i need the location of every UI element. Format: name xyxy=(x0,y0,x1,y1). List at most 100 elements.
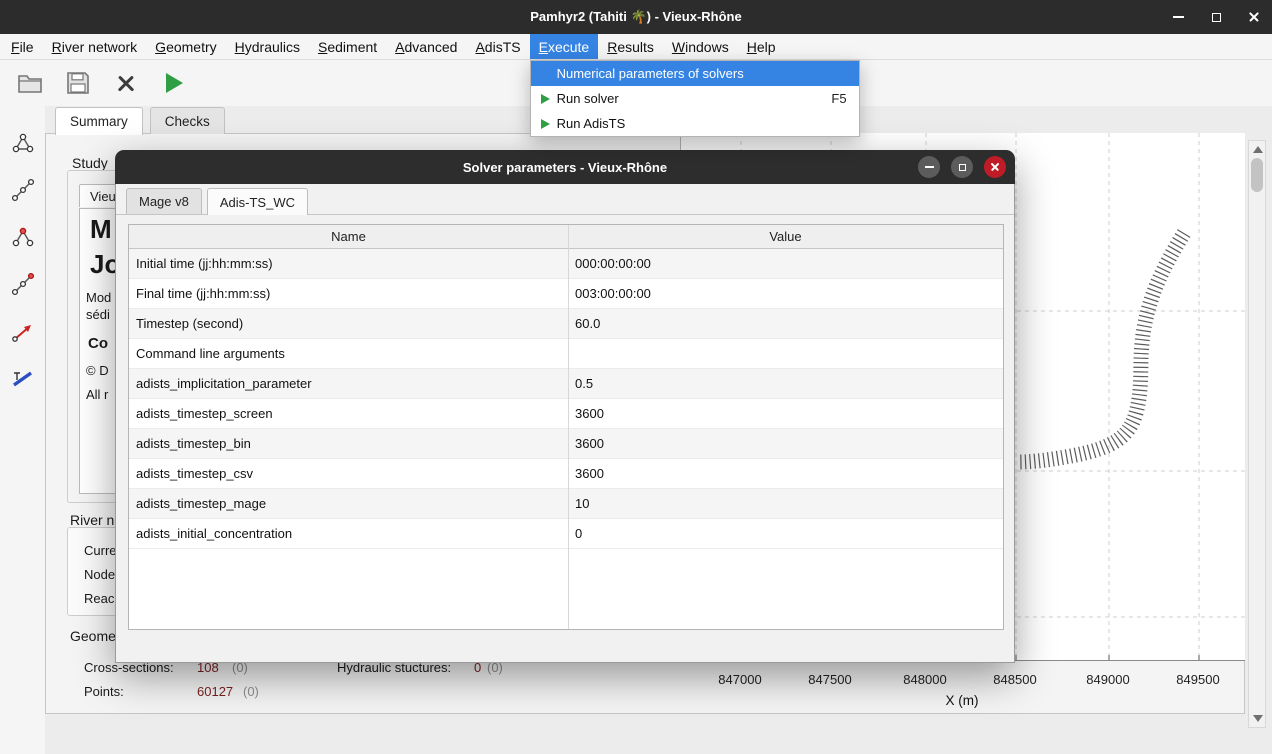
reach-tool-button[interactable] xyxy=(8,269,38,299)
menu-execute[interactable]: Execute Numerical parameters of solvers … xyxy=(530,34,599,59)
menu-windows[interactable]: Windows xyxy=(663,34,738,59)
scroll-up-icon[interactable] xyxy=(1253,146,1263,153)
table-row[interactable]: Final time (jj:hh:mm:ss) 003:00:00:00 xyxy=(129,279,1003,309)
param-value-cell[interactable]: 3600 xyxy=(568,459,1003,488)
table-header-row: Name Value xyxy=(129,225,1003,249)
minimize-button[interactable] xyxy=(1166,5,1190,29)
param-value-cell[interactable]: 3600 xyxy=(568,399,1003,428)
play-icon xyxy=(541,119,550,129)
menu-adists[interactable]: AdisTS xyxy=(466,34,529,59)
minimize-icon xyxy=(925,166,934,168)
dialog-window-controls xyxy=(918,156,1006,178)
table-row[interactable]: Command line arguments xyxy=(129,339,1003,369)
menu-item-label: Advanced xyxy=(395,39,457,55)
x-tick-label: 847500 xyxy=(808,672,851,687)
scroll-down-icon[interactable] xyxy=(1253,715,1263,722)
play-icon xyxy=(541,94,550,104)
column-header-name[interactable]: Name xyxy=(129,225,568,248)
tab-adis-ts-wc[interactable]: Adis-TS_WC xyxy=(207,188,308,215)
close-x-icon xyxy=(116,73,136,93)
menu-item-label: Sediment xyxy=(318,39,377,55)
maximize-button[interactable] xyxy=(1204,5,1228,29)
tab-summary[interactable]: Summary xyxy=(55,107,143,135)
x-tick-label: 848500 xyxy=(993,672,1036,687)
param-value-cell[interactable] xyxy=(568,339,1003,368)
river-network-row-fragment: Reac xyxy=(84,591,114,606)
param-value-cell[interactable]: 3600 xyxy=(568,429,1003,458)
table-row[interactable]: adists_timestep_screen 3600 xyxy=(129,399,1003,429)
maximize-icon xyxy=(1212,13,1221,22)
table-row[interactable]: adists_timestep_mage 10 xyxy=(129,489,1003,519)
run-solver-button[interactable] xyxy=(158,67,190,99)
menu-item-label: File xyxy=(11,39,34,55)
main-tabbar: Summary Checks xyxy=(55,107,225,134)
menu-item-label: Windows xyxy=(672,39,729,55)
menu-item-label: Run solver xyxy=(557,91,619,106)
param-name-cell: adists_timestep_mage xyxy=(129,489,568,518)
tab-label: Summary xyxy=(70,114,128,129)
param-value-cell[interactable]: 60.0 xyxy=(568,309,1003,338)
x-axis-label: X (m) xyxy=(946,693,979,708)
menu-item-run-solver[interactable]: Run solver F5 xyxy=(531,86,859,111)
param-value-cell[interactable]: 0.5 xyxy=(568,369,1003,398)
param-value-cell[interactable]: 000:00:00:00 xyxy=(568,249,1003,278)
save-button[interactable] xyxy=(62,67,94,99)
column-header-value[interactable]: Value xyxy=(568,225,1003,248)
vertical-scrollbar[interactable] xyxy=(1248,140,1266,728)
dialog-body: Mage v8 Adis-TS_WC Name Value Initial ti… xyxy=(115,184,1015,663)
table-row[interactable]: adists_timestep_csv 3600 xyxy=(129,459,1003,489)
dialog-maximize-button[interactable] xyxy=(951,156,973,178)
menu-item-numerical-parameters[interactable]: Numerical parameters of solvers xyxy=(531,61,859,86)
table-row[interactable]: Initial time (jj:hh:mm:ss) 000:00:00:00 xyxy=(129,249,1003,279)
dialog-minimize-button[interactable] xyxy=(918,156,940,178)
tab-label: Adis-TS_WC xyxy=(220,195,295,210)
menu-results[interactable]: Results xyxy=(598,34,663,59)
window-title: Pamhyr2 (Tahiti 🌴) - Vieux-Rhône xyxy=(530,9,741,25)
open-file-button[interactable] xyxy=(14,67,46,99)
study-text-fragment: All r xyxy=(86,387,108,402)
scrollbar-thumb[interactable] xyxy=(1251,158,1263,192)
param-name-cell: adists_timestep_csv xyxy=(129,459,568,488)
close-button[interactable] xyxy=(1242,5,1266,29)
menu-item-run-adists[interactable]: Run AdisTS xyxy=(531,111,859,136)
slope-tool-button[interactable] xyxy=(8,316,38,346)
geometry-group-label: Geome xyxy=(68,628,118,644)
param-value-cell[interactable]: 003:00:00:00 xyxy=(568,279,1003,308)
left-toolbar xyxy=(0,106,45,754)
river-network-row-fragment: Node xyxy=(84,567,115,582)
open-folder-icon xyxy=(17,72,43,94)
tab-mage-v8[interactable]: Mage v8 xyxy=(126,188,202,214)
menu-file[interactable]: File xyxy=(2,34,43,59)
points-extra: (0) xyxy=(243,684,259,699)
param-name-cell: Command line arguments xyxy=(129,339,568,368)
tab-checks[interactable]: Checks xyxy=(150,107,225,134)
menu-river-network[interactable]: River network xyxy=(43,34,147,59)
param-value-cell[interactable]: 0 xyxy=(568,519,1003,548)
dialog-title: Solver parameters - Vieux-Rhône xyxy=(463,160,667,175)
river-network-row-fragment: Curre xyxy=(84,543,117,558)
dialog-close-button[interactable] xyxy=(984,156,1006,178)
study-text-fragment: Mod xyxy=(86,290,111,305)
param-name-cell: Timestep (second) xyxy=(129,309,568,338)
table-row[interactable]: adists_initial_concentration 0 xyxy=(129,519,1003,549)
menu-geometry[interactable]: Geometry xyxy=(146,34,225,59)
menu-item-label: Results xyxy=(607,39,654,55)
profile-tool-button[interactable] xyxy=(8,175,38,205)
close-project-button[interactable] xyxy=(110,67,142,99)
table-row[interactable]: adists_implicitation_parameter 0.5 xyxy=(129,369,1003,399)
maximize-icon xyxy=(959,164,966,171)
points-value: 60127 xyxy=(197,684,233,699)
x-tick-label: 848000 xyxy=(903,672,946,687)
table-row[interactable]: Timestep (second) 60.0 xyxy=(129,309,1003,339)
menu-hydraulics[interactable]: Hydraulics xyxy=(226,34,309,59)
translation-tool-button[interactable] xyxy=(8,363,38,393)
river-network-tool-button[interactable] xyxy=(8,128,38,158)
menu-help[interactable]: Help xyxy=(738,34,785,59)
param-value-cell[interactable]: 10 xyxy=(568,489,1003,518)
blue-line-icon xyxy=(10,365,36,391)
menu-sediment[interactable]: Sediment xyxy=(309,34,386,59)
table-row[interactable]: adists_timestep_bin 3600 xyxy=(129,429,1003,459)
menu-advanced[interactable]: Advanced xyxy=(386,34,466,59)
sections-tool-button[interactable] xyxy=(8,222,38,252)
ascending-line-icon xyxy=(10,177,36,203)
